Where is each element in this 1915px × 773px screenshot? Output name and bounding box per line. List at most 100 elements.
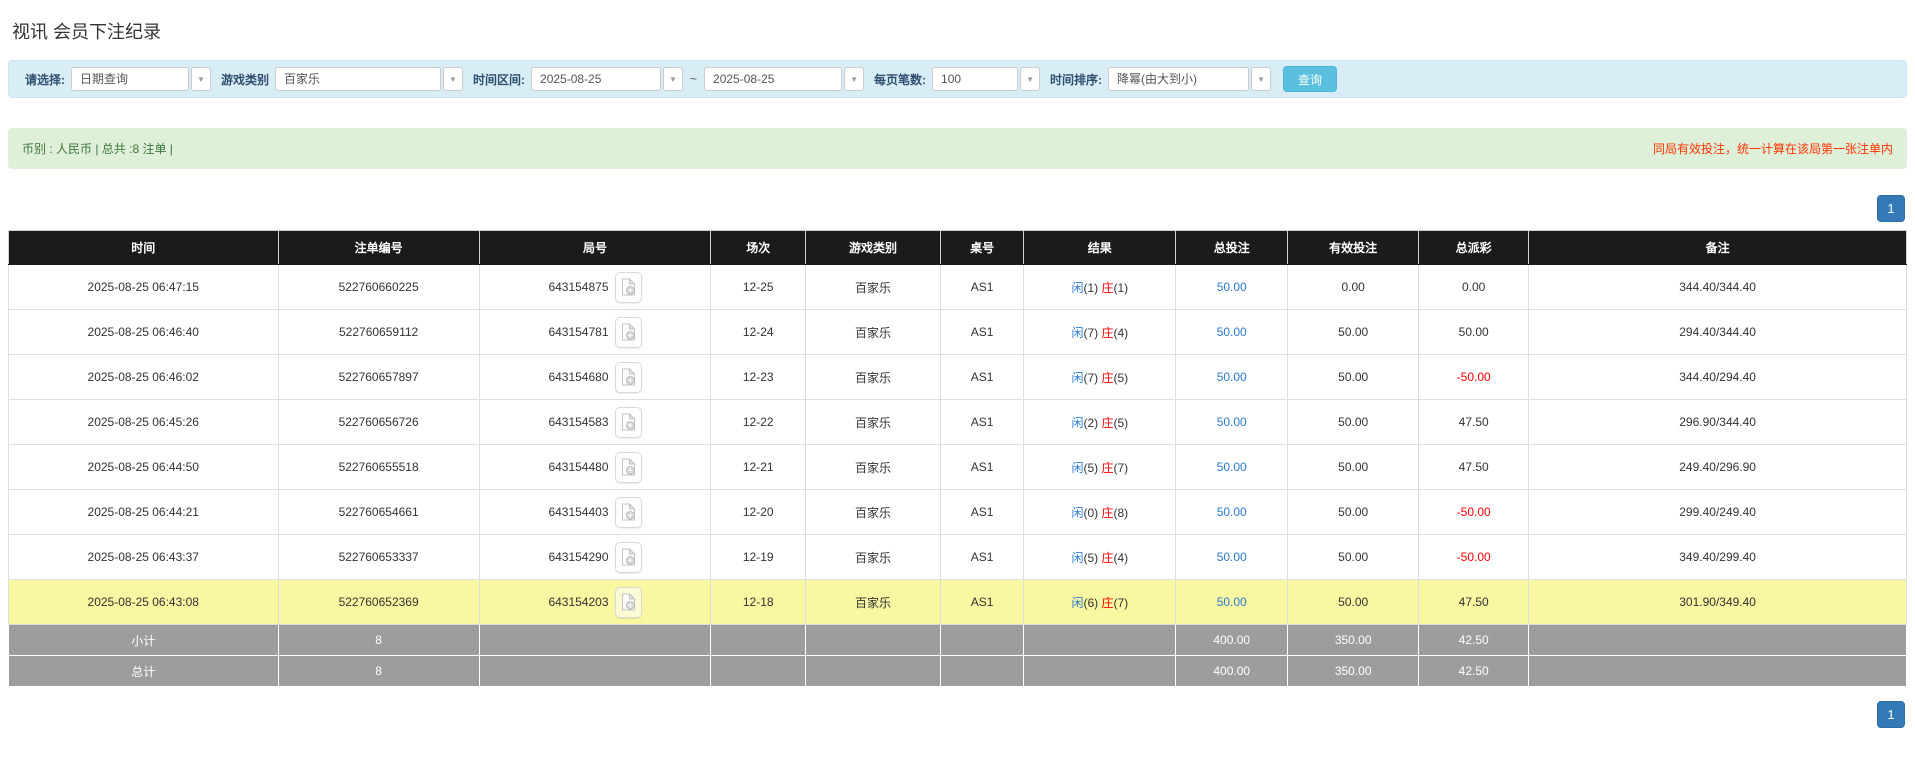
- cell-result: 闲(7) 庄(4): [1024, 310, 1176, 355]
- total-bet-link[interactable]: 50.00: [1217, 460, 1247, 474]
- time-sort-select[interactable]: 降幂(由大到小) ▼: [1108, 67, 1271, 91]
- total-bet-link[interactable]: 50.00: [1217, 370, 1247, 384]
- cell-result: 闲(2) 庄(5): [1024, 400, 1176, 445]
- cell-table-number: AS1: [940, 355, 1024, 400]
- table-row[interactable]: 2025-08-25 06:44:50522760655518643154480…: [9, 445, 1907, 490]
- video-replay-button[interactable]: [615, 452, 642, 483]
- cell-payout: 0.00: [1419, 265, 1529, 310]
- game-category-select[interactable]: 百家乐 ▼: [275, 67, 463, 91]
- cell-note: 249.40/296.90: [1529, 445, 1907, 490]
- page-1-button[interactable]: 1: [1877, 701, 1905, 728]
- video-replay-icon: [621, 503, 636, 521]
- query-type-select[interactable]: 日期查询 ▼: [71, 67, 211, 91]
- chevron-down-icon[interactable]: ▼: [1020, 67, 1040, 91]
- cell-valid-bet: 50.00: [1288, 580, 1419, 625]
- result-banker-count: (4): [1113, 551, 1128, 565]
- result-player-count: (2): [1083, 416, 1101, 430]
- cell-session: 12-18: [711, 580, 806, 625]
- video-replay-icon: [621, 593, 636, 611]
- cell-note: 344.40/294.40: [1529, 355, 1907, 400]
- column-header: 桌号: [940, 231, 1024, 265]
- result-banker-count: (7): [1113, 461, 1128, 475]
- cell-session: 12-22: [711, 400, 806, 445]
- query-type-label: 请选择:: [25, 71, 65, 88]
- date-from-select[interactable]: 2025-08-25 ▼: [531, 67, 683, 91]
- total-bet-link[interactable]: 50.00: [1217, 550, 1247, 564]
- cell-result: 闲(6) 庄(7): [1024, 580, 1176, 625]
- cell-valid-bet: 50.00: [1288, 490, 1419, 535]
- video-replay-button[interactable]: [615, 407, 642, 438]
- chevron-down-icon[interactable]: ▼: [663, 67, 683, 91]
- cell-session: 12-19: [711, 535, 806, 580]
- cell-note: 296.90/344.40: [1529, 400, 1907, 445]
- cell-note: 349.40/299.40: [1529, 535, 1907, 580]
- cell-time: 2025-08-25 06:46:40: [9, 310, 279, 355]
- cell-note: 344.40/344.40: [1529, 265, 1907, 310]
- cell-time: 2025-08-25 06:44:21: [9, 490, 279, 535]
- page-size-value: 100: [932, 67, 1018, 91]
- game-category-label: 游戏类别: [221, 71, 269, 88]
- cell-round-id: 643154680: [479, 355, 711, 400]
- video-replay-icon: [621, 413, 636, 431]
- table-row[interactable]: 2025-08-25 06:45:26522760656726643154583…: [9, 400, 1907, 445]
- chevron-down-icon[interactable]: ▼: [844, 67, 864, 91]
- round-id-text: 643154875: [548, 280, 608, 294]
- video-replay-button[interactable]: [615, 317, 642, 348]
- column-header: 注单编号: [278, 231, 479, 265]
- table-row[interactable]: 2025-08-25 06:43:08522760652369643154203…: [9, 580, 1907, 625]
- video-replay-button[interactable]: [615, 362, 642, 393]
- cell-valid-bet: 50.00: [1288, 310, 1419, 355]
- cell-round-id: 643154203: [479, 580, 711, 625]
- total-count: 8: [278, 656, 479, 687]
- total-payout: 42.50: [1419, 625, 1529, 656]
- bet-records-table: 时间注单编号局号场次游戏类别桌号结果总投注有效投注总派彩备注 2025-08-2…: [8, 230, 1907, 687]
- video-replay-button[interactable]: [615, 542, 642, 573]
- total-bet-link[interactable]: 50.00: [1217, 415, 1247, 429]
- video-replay-button[interactable]: [615, 497, 642, 528]
- cell-round-id: 643154583: [479, 400, 711, 445]
- cell-table-number: AS1: [940, 310, 1024, 355]
- result-banker-count: (7): [1113, 596, 1128, 610]
- cell-payout: 47.50: [1419, 400, 1529, 445]
- result-player-label: 闲: [1071, 416, 1083, 430]
- table-row[interactable]: 2025-08-25 06:46:02522760657897643154680…: [9, 355, 1907, 400]
- table-header-row: 时间注单编号局号场次游戏类别桌号结果总投注有效投注总派彩备注: [9, 231, 1907, 265]
- chevron-down-icon[interactable]: ▼: [1251, 67, 1271, 91]
- video-replay-button[interactable]: [615, 587, 642, 618]
- round-id-text: 643154403: [548, 505, 608, 519]
- result-player-count: (0): [1083, 506, 1101, 520]
- total-bet-link[interactable]: 50.00: [1217, 325, 1247, 339]
- result-player-label: 闲: [1071, 326, 1083, 340]
- cell-total-bet: 50.00: [1176, 535, 1288, 580]
- total-bet-link[interactable]: 50.00: [1217, 595, 1247, 609]
- table-row[interactable]: 2025-08-25 06:47:15522760660225643154875…: [9, 265, 1907, 310]
- table-row[interactable]: 2025-08-25 06:46:40522760659112643154781…: [9, 310, 1907, 355]
- total-total-bet: 400.00: [1176, 656, 1288, 687]
- total-bet-link[interactable]: 50.00: [1217, 280, 1247, 294]
- cell-table-number: AS1: [940, 535, 1024, 580]
- search-button[interactable]: 查询: [1283, 66, 1337, 92]
- cell-total-bet: 50.00: [1176, 355, 1288, 400]
- cell-total-bet: 50.00: [1176, 310, 1288, 355]
- page-1-button[interactable]: 1: [1877, 195, 1905, 222]
- column-header: 场次: [711, 231, 806, 265]
- round-id-text: 643154480: [548, 460, 608, 474]
- chevron-down-icon[interactable]: ▼: [443, 67, 463, 91]
- date-to-select[interactable]: 2025-08-25 ▼: [704, 67, 864, 91]
- cell-table-number: AS1: [940, 490, 1024, 535]
- result-banker-label: 庄: [1101, 596, 1113, 610]
- column-header: 总派彩: [1419, 231, 1529, 265]
- page-size-select[interactable]: 100 ▼: [932, 67, 1040, 91]
- cell-game-category: 百家乐: [806, 535, 941, 580]
- total-bet-link[interactable]: 50.00: [1217, 505, 1247, 519]
- chevron-down-icon[interactable]: ▼: [191, 67, 211, 91]
- subtotal-row: 小计8400.00350.0042.50: [9, 625, 1907, 656]
- table-row[interactable]: 2025-08-25 06:44:21522760654661643154403…: [9, 490, 1907, 535]
- total-payout: 42.50: [1419, 656, 1529, 687]
- time-sort-value: 降幂(由大到小): [1108, 67, 1249, 91]
- result-banker-count: (4): [1113, 326, 1128, 340]
- cell-time: 2025-08-25 06:46:02: [9, 355, 279, 400]
- table-row[interactable]: 2025-08-25 06:43:37522760653337643154290…: [9, 535, 1907, 580]
- video-replay-button[interactable]: [615, 272, 642, 303]
- summary-currency-count: 币别 : 人民币 | 总共 :8 注单 |: [22, 140, 173, 157]
